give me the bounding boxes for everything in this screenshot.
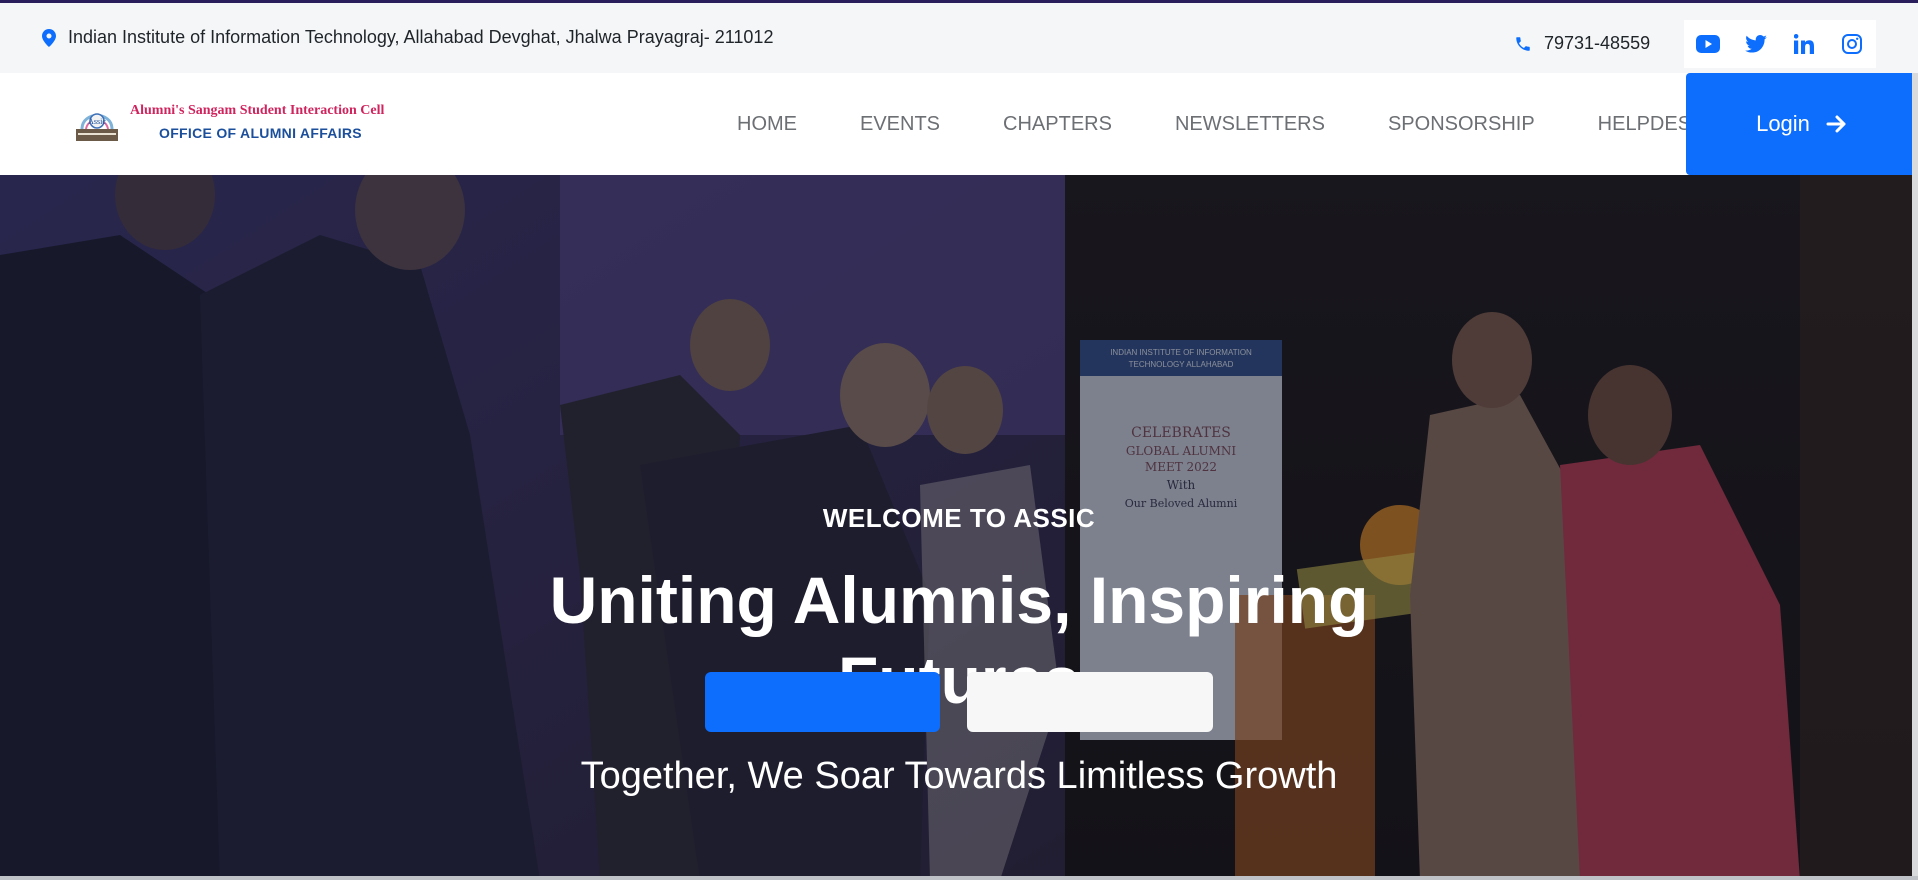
instagram-icon <box>1842 34 1862 54</box>
social-links <box>1684 20 1876 68</box>
youtube-icon <box>1696 35 1720 53</box>
arrow-right-icon <box>1826 115 1846 133</box>
nav-item-sponsorship[interactable]: SPONSORSHIP <box>1388 113 1535 136</box>
logo-subtitle: OFFICE OF ALUMNI AFFAIRS <box>159 125 362 141</box>
linkedin-link[interactable] <box>1780 20 1828 68</box>
nav-item-newsletters[interactable]: NEWSLETTERS <box>1175 113 1325 136</box>
nav-item-events[interactable]: EVENTS <box>860 113 940 136</box>
hero-content: WELCOME TO ASSIC Uniting Alumnis, Inspir… <box>0 175 1918 880</box>
hero-primary-button[interactable] <box>705 672 940 732</box>
youtube-link[interactable] <box>1684 20 1732 68</box>
address-text: Indian Institute of Information Technolo… <box>68 27 774 47</box>
linkedin-icon <box>1794 34 1814 54</box>
logo-title: Alumni's Sangam Student Interaction Cell <box>130 103 385 118</box>
address: Indian Institute of Information Technolo… <box>42 27 773 48</box>
hero-section: INDIAN INSTITUTE OF INFORMATION TECHNOLO… <box>0 175 1918 880</box>
nav-menu: HOME EVENTS CHAPTERS NEWSLETTERS SPONSOR… <box>737 73 1704 175</box>
vertical-scrollbar[interactable] <box>1912 73 1918 876</box>
phone[interactable]: 79731-48559 <box>1514 33 1650 54</box>
svg-text:Assic: Assic <box>88 117 106 126</box>
twitter-icon <box>1745 35 1767 53</box>
top-info-bar: Indian Institute of Information Technolo… <box>0 3 1918 73</box>
site-logo[interactable]: Assic Alumni's Sangam Student Interactio… <box>74 99 384 145</box>
phone-icon <box>1514 35 1532 53</box>
hero-secondary-button[interactable] <box>967 672 1213 732</box>
login-label: Login <box>1756 111 1810 136</box>
login-button[interactable]: Login <box>1686 73 1918 175</box>
logo-text: Alumni's Sangam Student Interaction Cell… <box>130 103 384 141</box>
logo-emblem-icon: Assic <box>74 99 120 145</box>
map-pin-icon <box>42 28 56 47</box>
phone-number: 79731-48559 <box>1544 33 1651 53</box>
hero-subtitle: Together, We Soar Towards Limitless Grow… <box>580 755 1338 797</box>
nav-item-home[interactable]: HOME <box>737 113 797 136</box>
main-navbar: Assic Alumni's Sangam Student Interactio… <box>0 73 1918 175</box>
twitter-link[interactable] <box>1732 20 1780 68</box>
horizontal-scrollbar[interactable] <box>0 876 1918 880</box>
hero-eyebrow: WELCOME TO ASSIC <box>822 503 1096 533</box>
hero-title: Uniting Alumnis, Inspiring Futures <box>549 563 1369 717</box>
nav-item-chapters[interactable]: CHAPTERS <box>1003 113 1112 136</box>
instagram-link[interactable] <box>1828 20 1876 68</box>
